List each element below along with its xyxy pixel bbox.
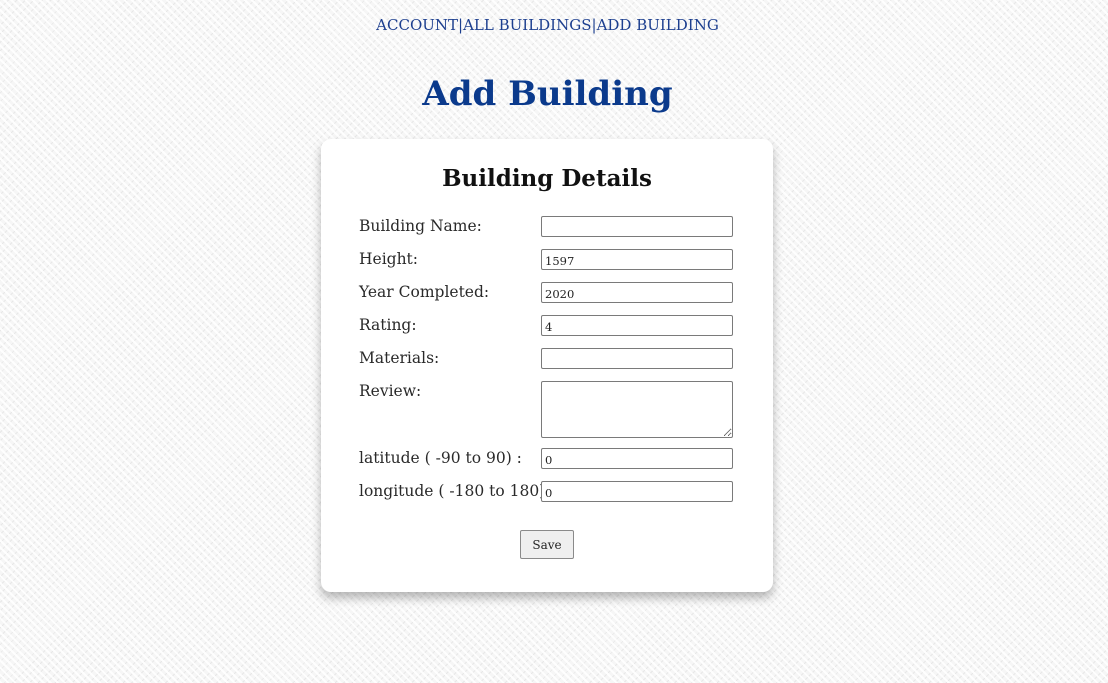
rating-input[interactable] [541, 315, 733, 336]
materials-input[interactable] [541, 348, 733, 369]
nav-link-all-buildings[interactable]: ALL BUILDINGS [463, 16, 591, 34]
latitude-label: latitude ( -90 to 90) : [359, 449, 522, 467]
height-label: Height: [359, 250, 419, 268]
building-details-card: Building Details Building Name: Height: … [321, 139, 773, 592]
review-textarea[interactable] [541, 381, 733, 438]
save-button[interactable]: Save [520, 530, 574, 559]
height-input[interactable] [541, 249, 733, 270]
rating-label: Rating: [359, 316, 417, 334]
top-navigation: ACCOUNT|ALL BUILDINGS|ADD BUILDING [0, 16, 1095, 34]
building-name-input[interactable] [541, 216, 733, 237]
longitude-label: longitude ( -180 to 180): [359, 482, 551, 500]
building-name-label: Building Name: [359, 217, 482, 235]
page-title: Add Building [422, 74, 673, 114]
latitude-input[interactable] [541, 448, 733, 469]
materials-label: Materials: [359, 349, 440, 367]
year-completed-label: Year Completed: [359, 283, 490, 301]
longitude-input[interactable] [541, 481, 733, 502]
nav-link-add-building[interactable]: ADD BUILDING [597, 16, 719, 34]
nav-link-account[interactable]: ACCOUNT [376, 16, 458, 34]
card-title: Building Details [442, 165, 652, 192]
review-label: Review: [359, 382, 422, 400]
year-completed-input[interactable] [541, 282, 733, 303]
